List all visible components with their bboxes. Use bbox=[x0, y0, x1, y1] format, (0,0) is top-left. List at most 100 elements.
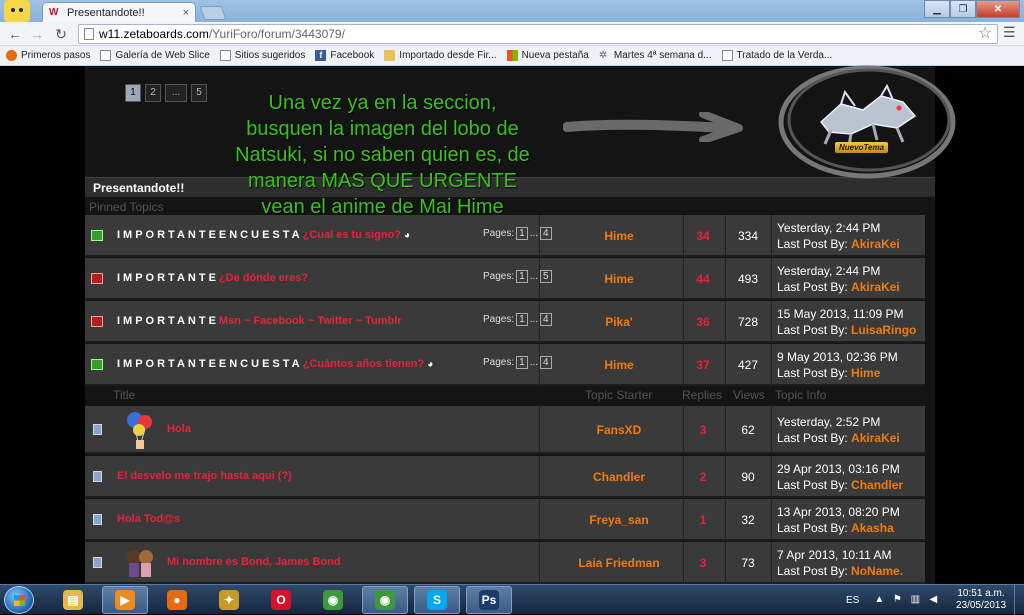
last-post-user[interactable]: LuisaRingo bbox=[851, 323, 916, 337]
start-button[interactable] bbox=[4, 586, 34, 614]
bookmark-item[interactable]: Galería de Web Slice bbox=[100, 50, 210, 61]
taskbar-app-firefox[interactable]: ● bbox=[154, 586, 200, 614]
last-post-user[interactable]: AkiraKei bbox=[851, 431, 900, 445]
language-indicator[interactable]: ES bbox=[846, 595, 859, 606]
topic-title-cell: IMPORTANTE¿De dónde eres? bbox=[117, 272, 308, 284]
bookmark-item[interactable]: Importado desde Fir... bbox=[384, 50, 497, 61]
page-link[interactable]: 5 bbox=[191, 84, 207, 102]
last-post-label: Last Post By: bbox=[777, 521, 848, 535]
minimize-button[interactable]: ▁ bbox=[924, 0, 950, 18]
reply-count[interactable]: 34 bbox=[683, 229, 723, 243]
taskbar-app-chrome[interactable]: ◉ bbox=[310, 586, 356, 614]
topic-page-link[interactable]: 1 bbox=[516, 227, 528, 240]
topic-link[interactable]: Mi nombre es Bond, James Bond bbox=[167, 556, 341, 568]
new-topic-button[interactable]: NuevoTema bbox=[811, 82, 921, 156]
column-divider bbox=[539, 542, 540, 584]
last-post-user[interactable]: AkiraKei bbox=[851, 237, 900, 251]
reply-count[interactable]: 3 bbox=[683, 423, 723, 437]
bookmark-item[interactable]: Primeros pasos bbox=[6, 50, 90, 61]
column-headers: Title Topic Starter Replies Views Topic … bbox=[85, 388, 925, 404]
reply-count[interactable]: 1 bbox=[683, 513, 723, 527]
wrench-menu-icon[interactable]: ☰ bbox=[1003, 24, 1016, 41]
reply-count[interactable]: 36 bbox=[683, 315, 723, 329]
taskbar-app-opera[interactable]: O bbox=[258, 586, 304, 614]
topic-link[interactable]: El desvelo me trajo hasta aqui (?) bbox=[117, 470, 292, 482]
topic-starter[interactable]: Pika' bbox=[539, 315, 699, 329]
flag-icon[interactable]: ⚑ bbox=[891, 594, 903, 606]
last-post-date[interactable]: Yesterday, 2:44 PM bbox=[777, 220, 900, 236]
bookmark-item[interactable]: ✲ Martes 4ª semana d... bbox=[599, 50, 712, 61]
taskbar-app-skype[interactable]: S bbox=[414, 586, 460, 614]
topic-starter[interactable]: Chandler bbox=[539, 470, 699, 484]
last-post-by: Last Post By: AkiraKei bbox=[777, 236, 900, 252]
bookmark-star-icon[interactable]: ☆ bbox=[978, 23, 992, 43]
topic-link[interactable]: Hola bbox=[167, 423, 191, 435]
last-post-date[interactable]: Yesterday, 2:44 PM bbox=[777, 263, 900, 279]
address-bar[interactable]: w11.zetaboards.com/YuriForo/forum/344307… bbox=[78, 24, 998, 44]
clock[interactable]: 10:51 a.m. 23/05/2013 bbox=[952, 588, 1010, 612]
reply-count[interactable]: 2 bbox=[683, 470, 723, 484]
reply-count[interactable]: 3 bbox=[683, 556, 723, 570]
chrome-icon: ◉ bbox=[323, 590, 343, 610]
forward-button[interactable]: → bbox=[28, 25, 46, 43]
topic-starter[interactable]: Freya_san bbox=[539, 513, 699, 527]
taskbar-app-photoshop[interactable]: Ps bbox=[466, 586, 512, 614]
topic-link[interactable]: ¿Cuántos años tienen? bbox=[303, 358, 425, 370]
tab-close-icon[interactable]: × bbox=[183, 7, 189, 19]
last-post-user[interactable]: AkiraKei bbox=[851, 280, 900, 294]
bookmark-item[interactable]: f Facebook bbox=[315, 50, 374, 61]
profile-avatar-icon[interactable] bbox=[4, 0, 30, 22]
last-post-date[interactable]: 9 May 2013, 02:36 PM bbox=[777, 349, 898, 365]
pinned-topic-row: IMPORTANTEENCUESTA¿Cual es tu signo? ◕ Pag… bbox=[85, 215, 925, 257]
new-tab-button[interactable] bbox=[199, 6, 227, 20]
page-link[interactable]: 2 bbox=[145, 84, 161, 102]
show-hidden-icons-icon[interactable]: ▲ bbox=[873, 594, 885, 606]
last-post-date[interactable]: 13 Apr 2013, 08:20 PM bbox=[777, 504, 900, 520]
back-button[interactable]: ← bbox=[6, 25, 24, 43]
reload-button[interactable]: ↻ bbox=[52, 25, 70, 43]
last-post-date[interactable]: 29 Apr 2013, 03:16 PM bbox=[777, 461, 903, 477]
topic-page-link[interactable]: 1 bbox=[516, 270, 528, 283]
page-link[interactable]: 1 bbox=[125, 84, 141, 102]
last-post-user[interactable]: Hime bbox=[851, 366, 880, 380]
topic-page-link: ... bbox=[529, 271, 539, 282]
last-post-user[interactable]: NoName. bbox=[851, 564, 903, 578]
reply-count[interactable]: 37 bbox=[683, 358, 723, 372]
reply-count[interactable]: 44 bbox=[683, 272, 723, 286]
taskbar-app-game[interactable]: ✦ bbox=[206, 586, 252, 614]
topic-page-link[interactable]: 1 bbox=[516, 356, 528, 369]
last-post-date[interactable]: Yesterday, 2:52 PM bbox=[777, 414, 900, 430]
taskbar-app-media-player[interactable]: ▶ bbox=[102, 586, 148, 614]
last-post-user[interactable]: Chandler bbox=[851, 478, 903, 492]
topic-link[interactable]: Hola Tod@s bbox=[117, 513, 180, 525]
bookmark-item[interactable]: Sitios sugeridos bbox=[219, 50, 305, 61]
topic-starter[interactable]: FansXD bbox=[539, 423, 699, 437]
topic-page-link[interactable]: 1 bbox=[516, 313, 528, 326]
show-desktop-button[interactable] bbox=[1014, 585, 1024, 615]
pinned-topic-row: IMPORTANTEMsn ~ Facebook ~ Twitter ~ Tum… bbox=[85, 301, 925, 343]
topic-link[interactable]: ¿De dónde eres? bbox=[219, 272, 308, 284]
balloons-avatar-icon bbox=[123, 410, 157, 449]
topic-starter[interactable]: Hime bbox=[539, 229, 699, 243]
last-post-date[interactable]: 15 May 2013, 11:09 PM bbox=[777, 306, 916, 322]
last-post-date[interactable]: 7 Apr 2013, 10:11 AM bbox=[777, 547, 903, 563]
taskbar-app-explorer[interactable]: ▤ bbox=[50, 586, 96, 614]
taskbar-app-chrome-active[interactable]: ◉ bbox=[362, 586, 408, 614]
maximize-button[interactable]: ❐ bbox=[950, 0, 976, 18]
close-window-button[interactable]: ✕ bbox=[976, 0, 1020, 18]
volume-icon[interactable]: ◀ bbox=[927, 594, 939, 606]
last-post-user[interactable]: Akasha bbox=[851, 521, 894, 535]
page-link[interactable]: ... bbox=[165, 84, 187, 102]
bookmark-item[interactable]: Nueva pestaña bbox=[506, 50, 589, 61]
tab-presentandote[interactable]: W Presentandote!! × bbox=[42, 2, 196, 22]
last-post-label: Last Post By: bbox=[777, 564, 848, 578]
topic-link[interactable]: ¿Cual es tu signo? bbox=[303, 229, 401, 241]
topic-starter[interactable]: Hime bbox=[539, 272, 699, 286]
topic-link[interactable]: Msn ~ Facebook ~ Twitter ~ Tumblr bbox=[219, 315, 402, 327]
topic-starter[interactable]: Hime bbox=[539, 358, 699, 372]
bookmark-label: Tratado de la Verda... bbox=[736, 50, 833, 61]
topic-starter[interactable]: Laia Friedman bbox=[539, 556, 699, 570]
network-icon[interactable]: ▥ bbox=[909, 594, 921, 606]
bookmark-item[interactable]: Tratado de la Verda... bbox=[721, 50, 833, 61]
firefox-icon: ● bbox=[167, 590, 187, 610]
